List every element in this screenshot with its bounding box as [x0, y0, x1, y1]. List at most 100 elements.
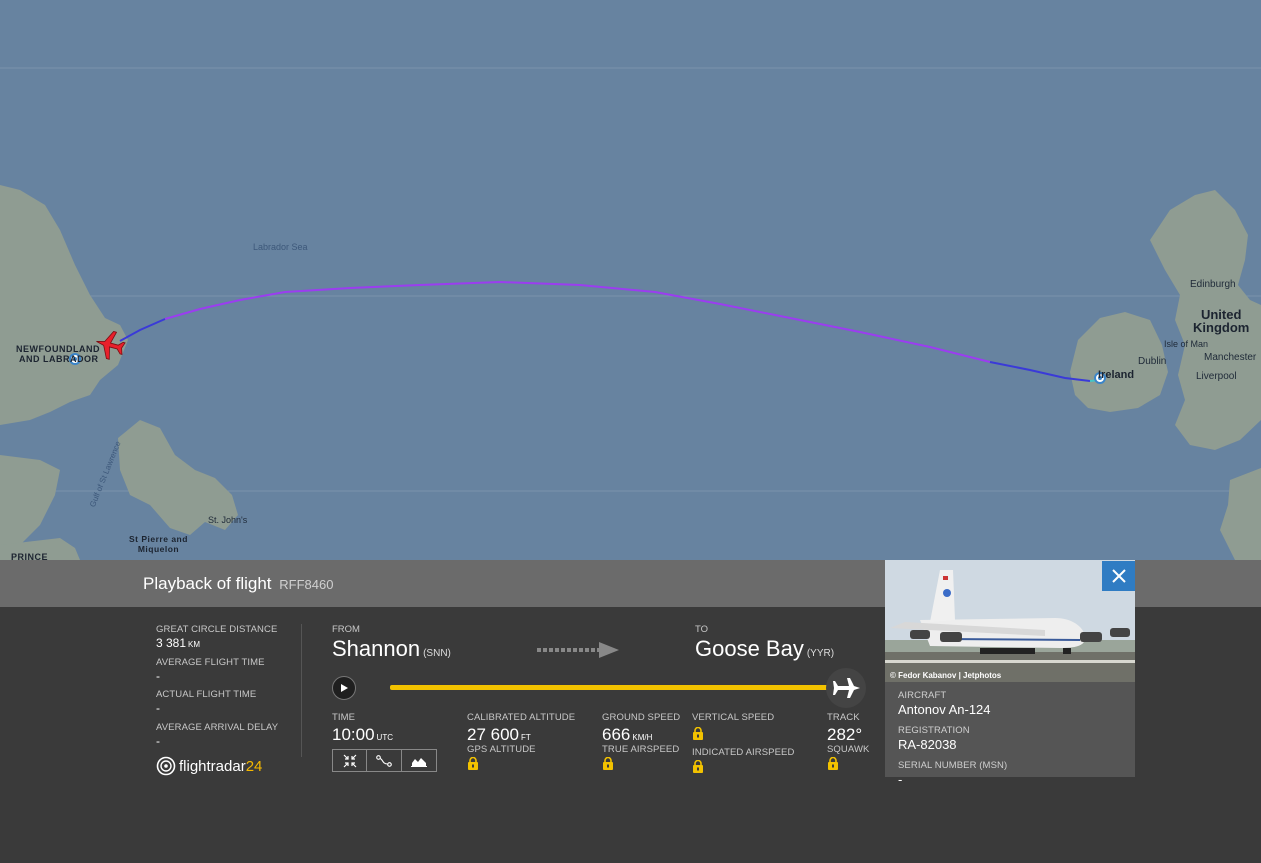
lock-icon	[828, 757, 838, 770]
landmass-labrador	[0, 185, 128, 425]
flight-stats: GREAT CIRCLE DISTANCE 3 381 KM AVERAGE FL…	[156, 624, 296, 754]
calibrated-altitude-number: 27 600	[467, 725, 519, 744]
serial-number-label: SERIAL NUMBER (MSN)	[898, 760, 1008, 771]
aircraft-details: AIRCRAFT Antonov An-124 REGISTRATION RA-…	[898, 690, 1007, 795]
stat-actual-flight-time: ACTUAL FLIGHT TIME -	[156, 689, 296, 722]
route-button[interactable]	[367, 749, 402, 772]
aircraft-card: © Fedor Kabanov | Jetphotos AIRCRAFT Ant…	[885, 560, 1135, 787]
stat-value: -	[156, 668, 160, 683]
from-city-name: Shannon	[332, 636, 421, 661]
tool-buttons	[332, 749, 437, 772]
route-arrow-icon	[537, 642, 619, 658]
flight-info-panel: Playback of flight RFF8460 GREAT CIRCLE …	[0, 560, 1261, 863]
from-airport-code: (SNN)	[423, 648, 451, 659]
label-st-johns: St. John's	[208, 515, 248, 525]
label-newfoundland-line2: AND LABRADOR	[19, 354, 99, 364]
playback-timeline[interactable]	[390, 685, 840, 690]
to-city-name: Goose Bay	[695, 636, 804, 661]
label-st-pierre-line2: Miquelon	[137, 544, 180, 554]
stat-unit: KM	[188, 640, 201, 649]
to-label: TO	[695, 624, 709, 635]
aircraft-photo-image	[885, 560, 1135, 682]
gps-altitude-label: GPS ALTITUDE	[467, 744, 536, 755]
stat-label: AVERAGE ARRIVAL DELAY	[156, 721, 279, 733]
stat-value: -	[156, 733, 160, 748]
speed-column: GROUND SPEED 666 KM/H TRUE AIRSPEED	[602, 712, 680, 775]
stat-label: AVERAGE FLIGHT TIME	[156, 656, 265, 668]
time-column: TIME 10:00 UTC	[332, 712, 393, 745]
play-icon	[341, 684, 348, 692]
ground-speed-unit: KM/H	[632, 733, 653, 742]
from-label: FROM	[332, 624, 360, 635]
calibrated-altitude-value: 27 600 FT	[467, 725, 575, 745]
aircraft-value: Antonov An-124	[898, 702, 991, 717]
label-labrador-sea: Labrador Sea	[253, 242, 308, 252]
plane-icon	[833, 678, 860, 698]
stat-great-circle-distance: GREAT CIRCLE DISTANCE 3 381 KM	[156, 624, 296, 657]
label-newfoundland-line1: NEWFOUNDLAND	[16, 344, 100, 354]
stat-value: 3 381 KM	[156, 636, 296, 650]
timeline-handle[interactable]	[826, 668, 866, 708]
radar-icon	[156, 756, 176, 776]
time-value: 10:00 UTC	[332, 725, 393, 745]
play-button[interactable]	[332, 676, 356, 700]
route-path-icon	[376, 754, 392, 767]
label-newfoundland: NEWFOUNDLAND AND LABRADOR	[16, 344, 100, 364]
registration-value: RA-82038	[898, 737, 957, 752]
close-icon	[1111, 569, 1126, 583]
stat-label: GREAT CIRCLE DISTANCE	[156, 624, 278, 635]
logo-number: 24	[245, 757, 263, 775]
track-column: TRACK 282° SQUAWK	[827, 712, 869, 775]
graph-icon	[411, 757, 427, 767]
lock-icon	[468, 757, 478, 770]
aircraft-label: AIRCRAFT	[898, 690, 947, 701]
label-united-kingdom: United Kingdom	[1193, 308, 1249, 334]
ground-speed-value: 666 KM/H	[602, 725, 680, 745]
graph-button[interactable]	[402, 749, 437, 772]
flightradar24-logo[interactable]: flightradar 24	[156, 756, 262, 776]
route-from: FROM Shannon (SNN)	[332, 624, 451, 662]
time-value-number: 10:00	[332, 725, 375, 744]
logo-text: flightradar	[179, 757, 246, 775]
track-label: TRACK	[827, 712, 860, 723]
stat-value-number: 3 381	[156, 636, 187, 650]
map[interactable]: Labrador Sea NEWFOUNDLAND AND LABRADOR G…	[0, 0, 1261, 560]
label-prince: PRINCE	[11, 552, 49, 560]
close-button[interactable]	[1102, 561, 1135, 591]
label-manchester: Manchester	[1204, 352, 1257, 363]
stat-label: ACTUAL FLIGHT TIME	[156, 689, 257, 700]
divider	[301, 624, 302, 757]
aircraft-photo[interactable]: © Fedor Kabanov | Jetphotos	[885, 560, 1135, 682]
photo-credit[interactable]: © Fedor Kabanov | Jetphotos	[890, 671, 1001, 680]
lock-icon	[603, 757, 613, 770]
true-airspeed-label: TRUE AIRSPEED	[602, 744, 680, 755]
lock-icon	[693, 727, 703, 740]
label-dublin: Dublin	[1138, 356, 1167, 367]
landmass-france	[1220, 468, 1261, 560]
squawk-label: SQUAWK	[827, 744, 870, 755]
to-city[interactable]: Goose Bay (YYR)	[695, 636, 834, 662]
panel-title-text: Playback of flight	[143, 574, 272, 593]
stat-average-arrival-delay: AVERAGE ARRIVAL DELAY -	[156, 722, 296, 755]
collapse-button[interactable]	[332, 749, 367, 772]
altitude-column: CALIBRATED ALTITUDE 27 600 FT GPS ALTITUD…	[467, 712, 575, 775]
from-city[interactable]: Shannon (SNN)	[332, 636, 451, 662]
flight-callsign: RFF8460	[279, 577, 334, 592]
flight-track-end	[119, 318, 166, 342]
label-edinburgh: Edinburgh	[1190, 279, 1236, 290]
label-isle-of-man: Isle of Man	[1164, 339, 1209, 349]
ground-speed-number: 666	[602, 725, 631, 744]
label-liverpool: Liverpool	[1196, 371, 1237, 382]
collapse-arrows-icon	[343, 754, 356, 767]
track-value: 282°	[827, 725, 863, 744]
label-ireland: Ireland	[1098, 369, 1135, 381]
vertical-speed-label: VERTICAL SPEED	[692, 712, 775, 723]
panel-title: Playback of flight RFF8460	[143, 574, 333, 594]
ground-speed-label: GROUND SPEED	[602, 712, 681, 723]
lock-icon	[693, 760, 703, 773]
label-st-pierre: St Pierre and Miquelon	[129, 534, 188, 554]
calibrated-altitude-unit: FT	[521, 733, 531, 742]
calibrated-altitude-label: CALIBRATED ALTITUDE	[467, 712, 576, 723]
stat-value: -	[156, 701, 160, 715]
registration-label: REGISTRATION	[898, 725, 970, 736]
